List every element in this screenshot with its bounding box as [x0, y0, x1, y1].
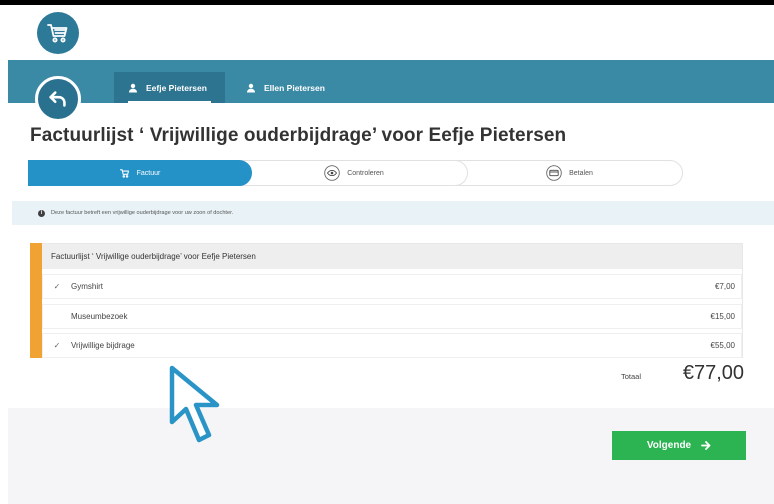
arrow-right-icon [701, 441, 711, 450]
top-strip [0, 0, 774, 5]
back-button[interactable] [35, 76, 81, 122]
item-name: Vrijwillige bijdrage [71, 341, 135, 350]
cart-icon [119, 168, 130, 178]
step-label: Factuur [136, 169, 161, 177]
total-label: Totaal [621, 372, 642, 381]
checkout-steps: Factuur Controleren Betalen [28, 160, 683, 186]
person-icon [128, 83, 138, 93]
checkbox[interactable]: ✓ [43, 341, 71, 350]
total-value: €77,00 [682, 362, 744, 384]
info-text: Deze factuur betreft een vrijwillige oud… [51, 210, 234, 216]
next-button-label: Volgende [646, 440, 692, 451]
item-price: €15,00 [710, 312, 735, 321]
step-label: Controleren [347, 169, 384, 177]
invoice-header: Factuurlijst ‘ Vrijwillige ouderbijdrage… [42, 244, 742, 269]
cart-icon[interactable] [37, 12, 79, 54]
step-label: Betalen [569, 169, 593, 177]
step-betalen[interactable]: Betalen [456, 160, 683, 186]
tab-label: Ellen Pietersen [264, 82, 325, 93]
page-title: Factuurlijst ‘ Vrijwillige ouderbijdrage… [30, 125, 567, 146]
invoice-item: ✓ Vrijwillige bijdrage €55,00 [42, 333, 742, 358]
tab-ellen-pietersen[interactable]: Ellen Pietersen [232, 72, 342, 103]
item-name: Gymshirt [71, 282, 103, 291]
item-price: €55,00 [710, 341, 735, 350]
eye-icon [324, 165, 340, 181]
step-factuur[interactable]: Factuur [28, 160, 252, 186]
item-price: €7,00 [714, 282, 735, 291]
tab-eefje-pietersen[interactable]: Eefje Pietersen [114, 72, 225, 103]
next-button[interactable]: Volgende [612, 431, 746, 460]
tab-label: Eefje Pietersen [146, 82, 207, 93]
person-icon [246, 83, 256, 93]
invoice-item: Museumbezoek €15,00 [42, 304, 742, 329]
invoice-accent [30, 243, 42, 358]
card-icon [546, 165, 562, 181]
item-name: Museumbezoek [71, 312, 128, 321]
cursor-icon [168, 364, 224, 450]
checkbox[interactable]: ✓ [43, 282, 71, 291]
info-icon: i [38, 209, 45, 217]
invoice-panel: Factuurlijst ‘ Vrijwillige ouderbijdrage… [30, 243, 743, 358]
invoice-item: ✓ Gymshirt €7,00 [42, 274, 742, 299]
step-controleren[interactable]: Controleren [240, 160, 468, 186]
info-banner: i Deze factuur betreft een vrijwillige o… [12, 201, 774, 225]
